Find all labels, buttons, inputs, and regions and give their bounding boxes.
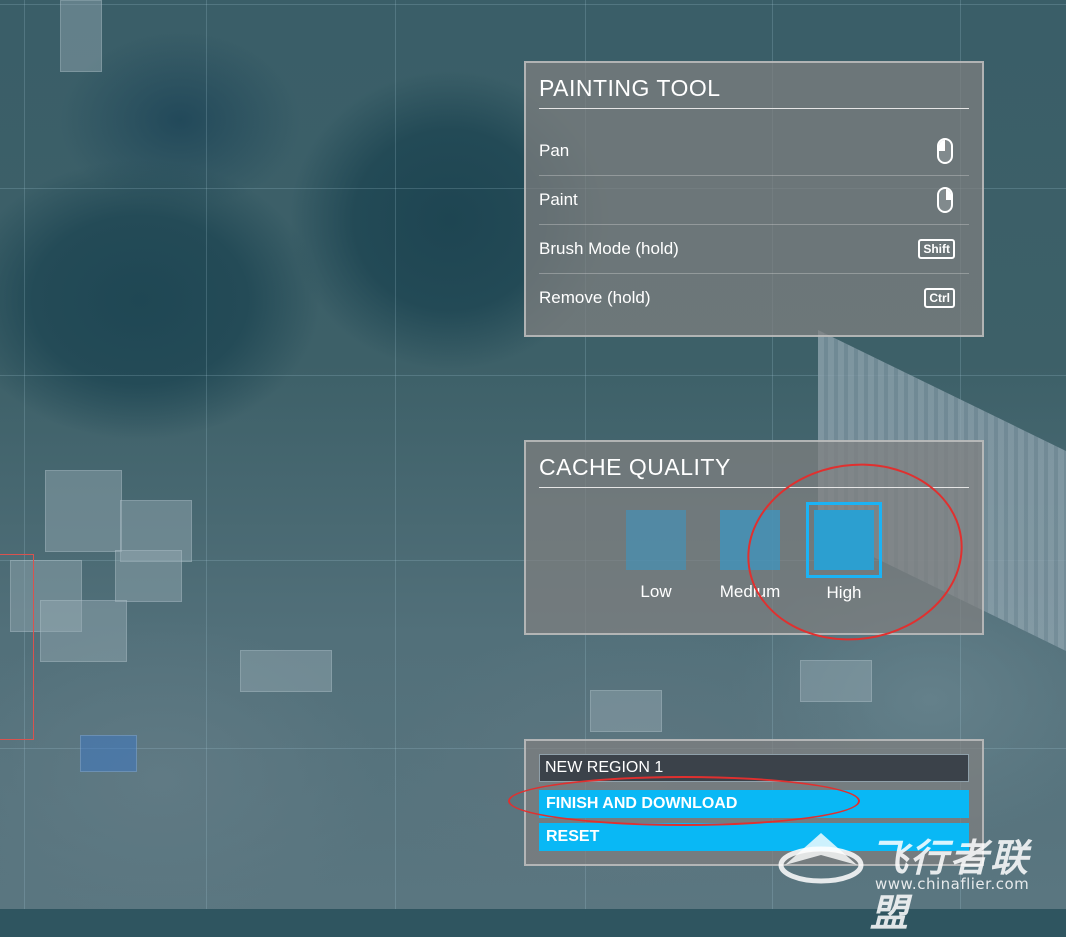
quality-option-medium[interactable]: Medium [712,510,788,602]
map-building [590,690,662,732]
watermark-url: www.chinaflier.com [875,875,1030,893]
plane-logo-icon [778,833,864,884]
map-building [115,550,182,602]
map-building [240,650,332,692]
watermark: 飞行者联盟 www.chinaflier.com [775,825,1065,935]
quality-label-low: Low [640,582,672,601]
map-building [40,600,127,662]
mouse-right-click-icon [937,187,953,213]
mouse-left-click-icon [937,138,953,164]
brush-mode-row: Brush Mode (hold) Shift [539,225,969,274]
remove-row: Remove (hold) Ctrl [539,274,969,322]
painting-tool-panel: PAINTING TOOL Pan Paint Brush Mode (hold… [524,61,984,337]
quality-option-low[interactable]: Low [622,510,690,602]
region-name-input[interactable] [539,754,969,782]
shift-key-icon: Shift [918,239,955,259]
brush-mode-label: Brush Mode (hold) [539,239,679,258]
grid-line [206,0,207,909]
grid-line [395,0,396,909]
pan-label: Pan [539,141,570,160]
pan-row: Pan [539,127,969,176]
painted-region-outline [0,554,34,740]
map-building [60,0,102,72]
map-building [800,660,872,702]
map-building [45,470,122,552]
paint-label: Paint [539,190,578,209]
cache-quality-panel: CACHE QUALITY Low Medium High [524,440,984,635]
remove-label: Remove (hold) [539,288,651,307]
finish-and-download-button[interactable]: FINISH AND DOWNLOAD [539,790,969,818]
quality-label-high: High [826,583,862,602]
map-building [80,735,137,772]
quality-swatch [626,510,686,570]
ctrl-key-icon: Ctrl [924,288,955,308]
cache-quality-title: CACHE QUALITY [539,454,969,488]
grid-line [24,0,25,909]
painting-tool-title: PAINTING TOOL [539,75,969,109]
quality-swatch [814,510,874,570]
paint-row: Paint [539,176,969,225]
quality-swatch [720,510,780,570]
quality-selected-frame [806,502,882,578]
quality-label-medium: Medium [719,582,781,601]
grid-line [0,4,1066,5]
quality-option-high[interactable]: High [804,502,884,603]
